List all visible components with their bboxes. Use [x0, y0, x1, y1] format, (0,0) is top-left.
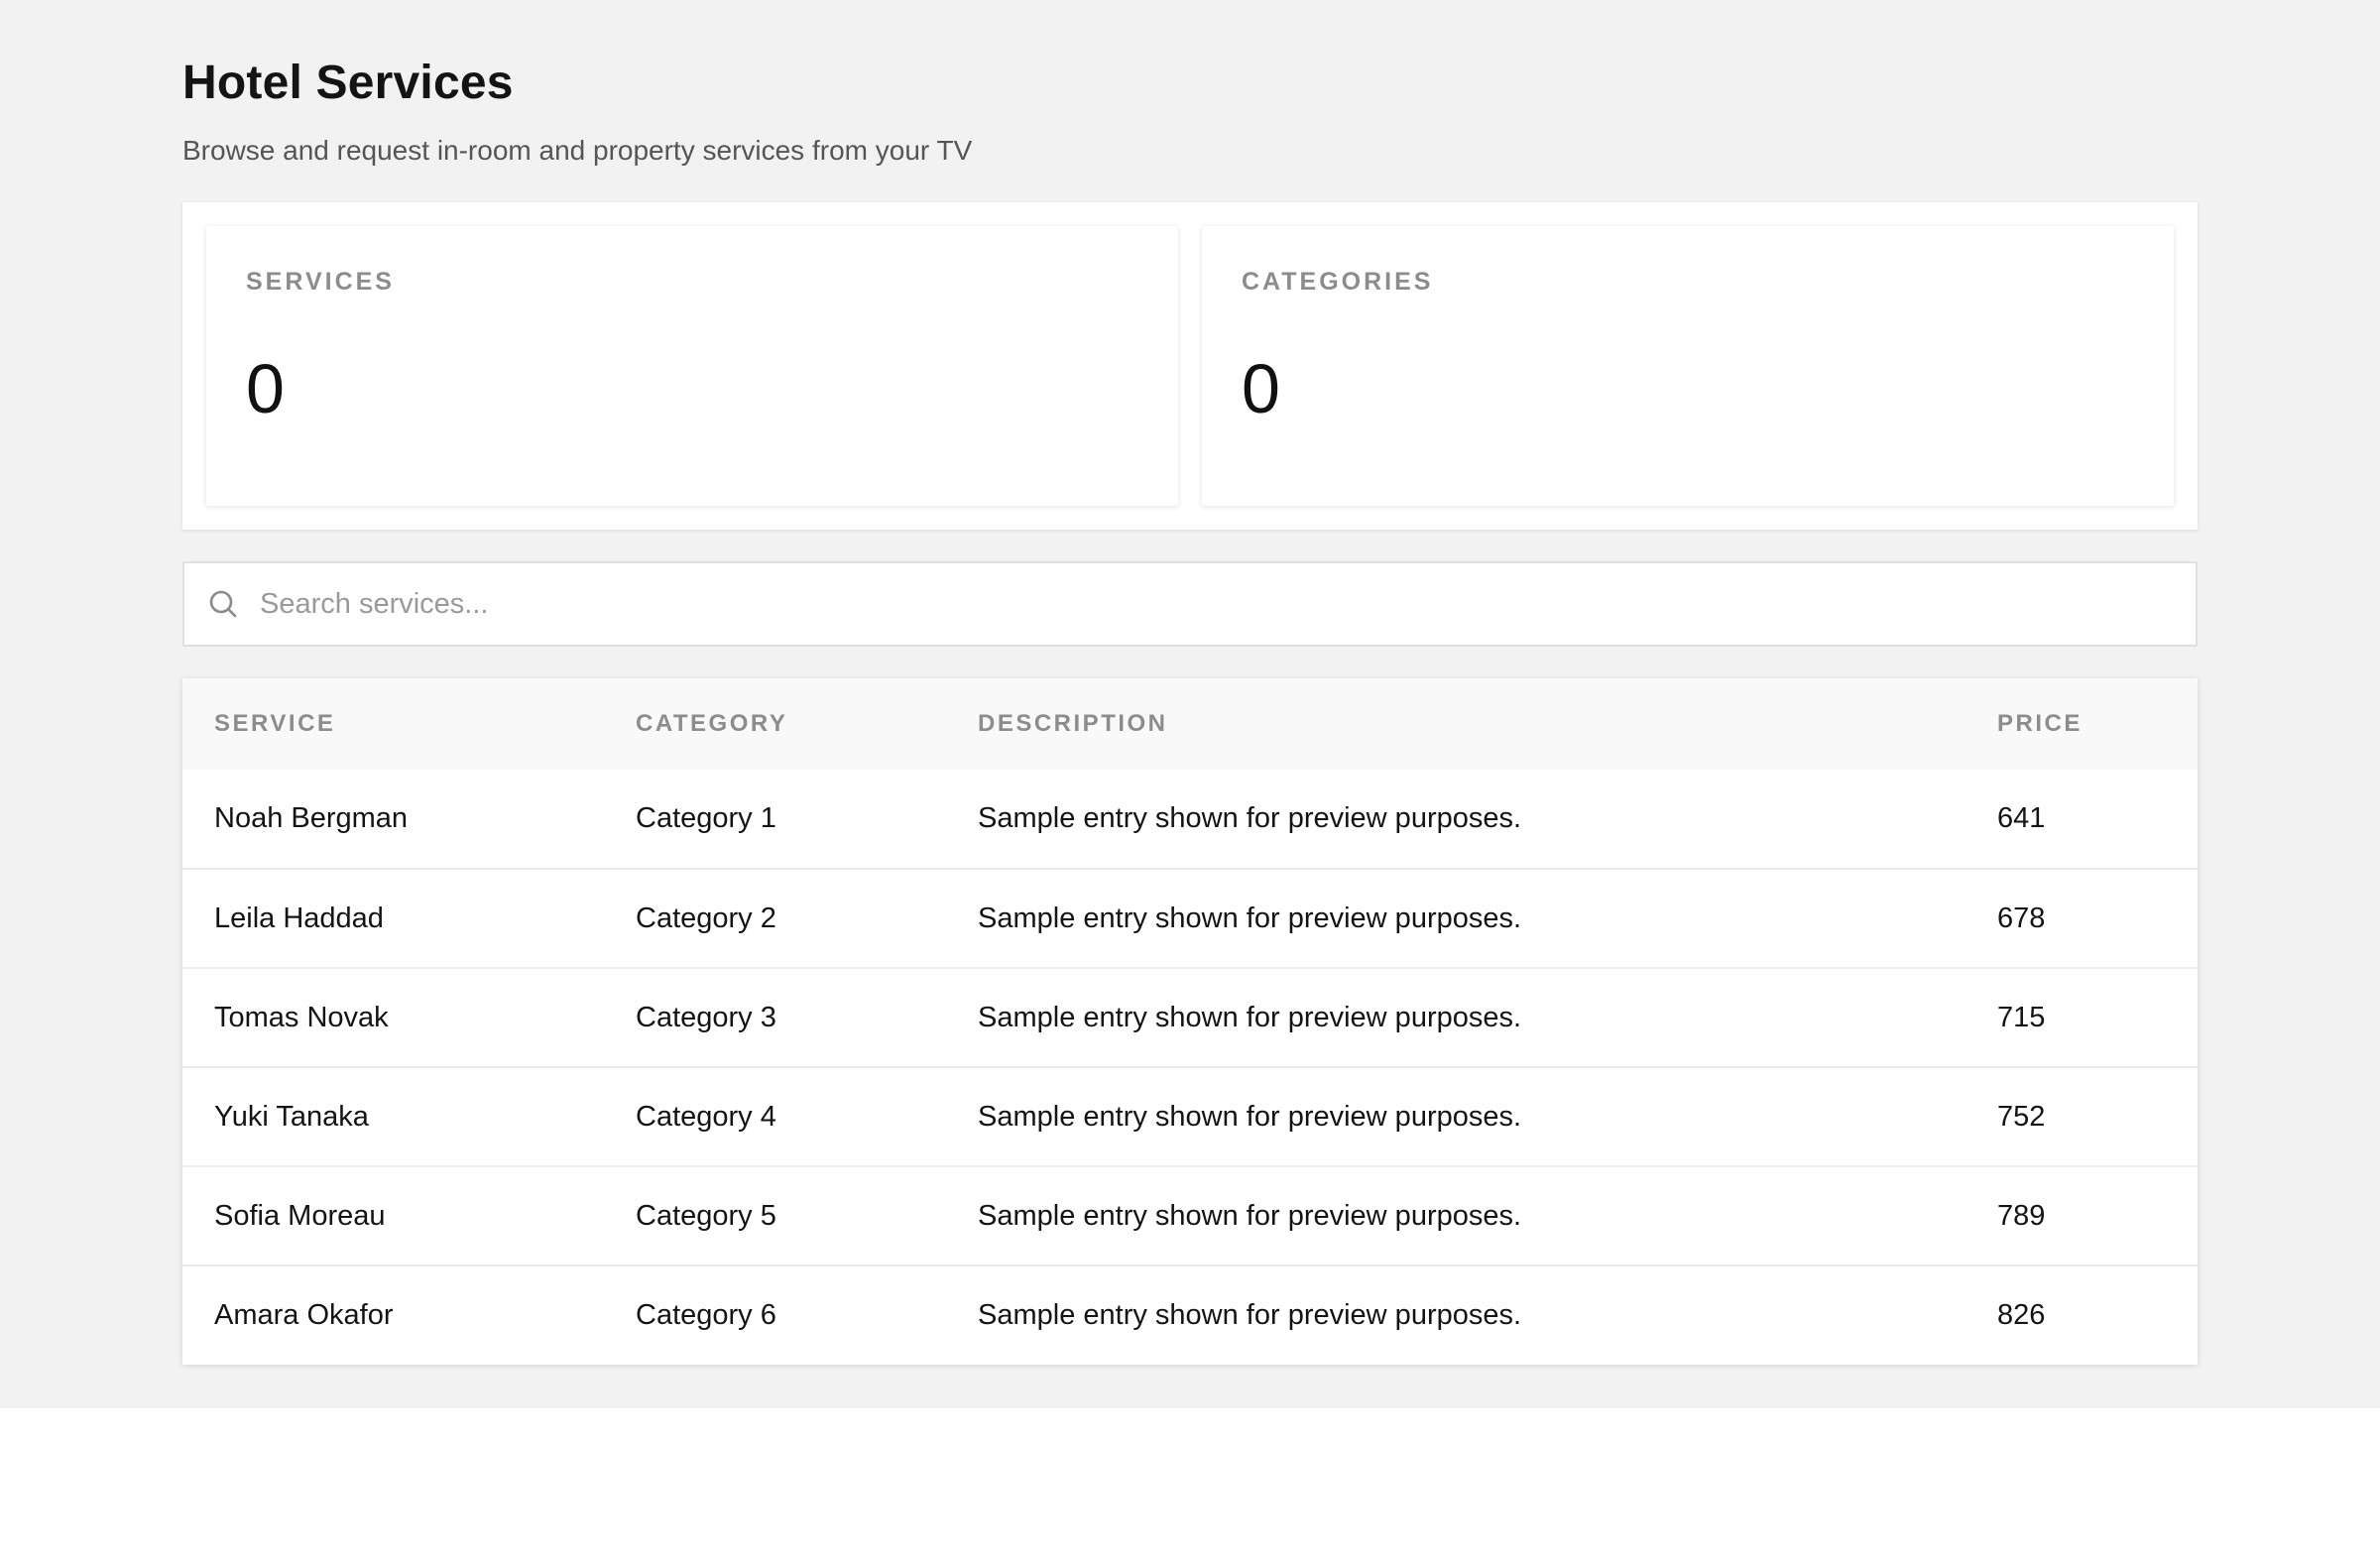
page-subtitle: Browse and request in-room and property … [182, 135, 973, 166]
cell-category: Category 5 [636, 1199, 776, 1232]
app-root: Hotel Services Browse and request in-roo… [0, 0, 2380, 1408]
cell-description: Sample entry shown for preview purposes. [978, 902, 1522, 934]
stat-label-categories: CATEGORIES [1242, 268, 1434, 296]
search-box[interactable] [182, 561, 2198, 647]
stat-value-categories: 0 [1242, 350, 1280, 427]
services-table: SERVICE CATEGORY DESCRIPTION PRICE Noah … [182, 678, 2198, 1365]
cell-service: Noah Bergman [214, 802, 409, 834]
stat-label-services: SERVICES [246, 268, 395, 296]
cell-category: Category 2 [636, 902, 776, 934]
cell-description: Sample entry shown for preview purposes. [978, 802, 1522, 834]
table-row[interactable]: Yuki Tanaka Category 4 Sample entry show… [182, 1067, 2198, 1166]
cell-price: 826 [1997, 1299, 2046, 1331]
search-icon [208, 589, 238, 619]
column-header-price[interactable]: PRICE [1965, 678, 2198, 770]
cell-description: Sample entry shown for preview purposes. [978, 1299, 1522, 1331]
cell-description: Sample entry shown for preview purposes. [978, 1001, 1522, 1033]
cell-service: Amara Okafor [214, 1299, 394, 1331]
table-row[interactable]: Amara Okafor Category 6 Sample entry sho… [182, 1265, 2198, 1365]
stat-card-services: SERVICES 0 [206, 226, 1178, 506]
search-input[interactable] [260, 563, 2196, 645]
stat-value-services: 0 [246, 350, 285, 427]
cell-service: Tomas Novak [214, 1001, 389, 1033]
cell-description: Sample entry shown for preview purposes. [978, 1100, 1522, 1133]
column-header-service[interactable]: SERVICE [182, 678, 604, 770]
table-row[interactable]: Noah Bergman Category 1 Sample entry sho… [182, 770, 2198, 869]
table-header-row: SERVICE CATEGORY DESCRIPTION PRICE [182, 678, 2198, 770]
cell-service: Sofia Moreau [214, 1199, 386, 1232]
stats-panel: SERVICES 0 CATEGORIES 0 [182, 202, 2198, 530]
cell-price: 715 [1997, 1001, 2046, 1033]
column-header-category[interactable]: CATEGORY [604, 678, 946, 770]
cell-description: Sample entry shown for preview purposes. [978, 1199, 1522, 1232]
cell-category: Category 3 [636, 1001, 776, 1033]
column-header-description[interactable]: DESCRIPTION [946, 678, 1965, 770]
cell-service: Yuki Tanaka [214, 1100, 369, 1133]
cell-price: 641 [1997, 802, 2046, 834]
page-title: Hotel Services [182, 57, 514, 109]
table-row[interactable]: Leila Haddad Category 2 Sample entry sho… [182, 869, 2198, 968]
cell-price: 789 [1997, 1199, 2046, 1232]
cell-price: 678 [1997, 902, 2046, 934]
cell-category: Category 6 [636, 1299, 776, 1331]
stat-card-categories: CATEGORIES 0 [1202, 226, 2174, 506]
cell-category: Category 1 [636, 802, 776, 834]
table-row[interactable]: Tomas Novak Category 3 Sample entry show… [182, 968, 2198, 1067]
table-row[interactable]: Sofia Moreau Category 5 Sample entry sho… [182, 1166, 2198, 1265]
cell-price: 752 [1997, 1100, 2046, 1133]
cell-service: Leila Haddad [214, 902, 384, 934]
cell-category: Category 4 [636, 1100, 776, 1133]
